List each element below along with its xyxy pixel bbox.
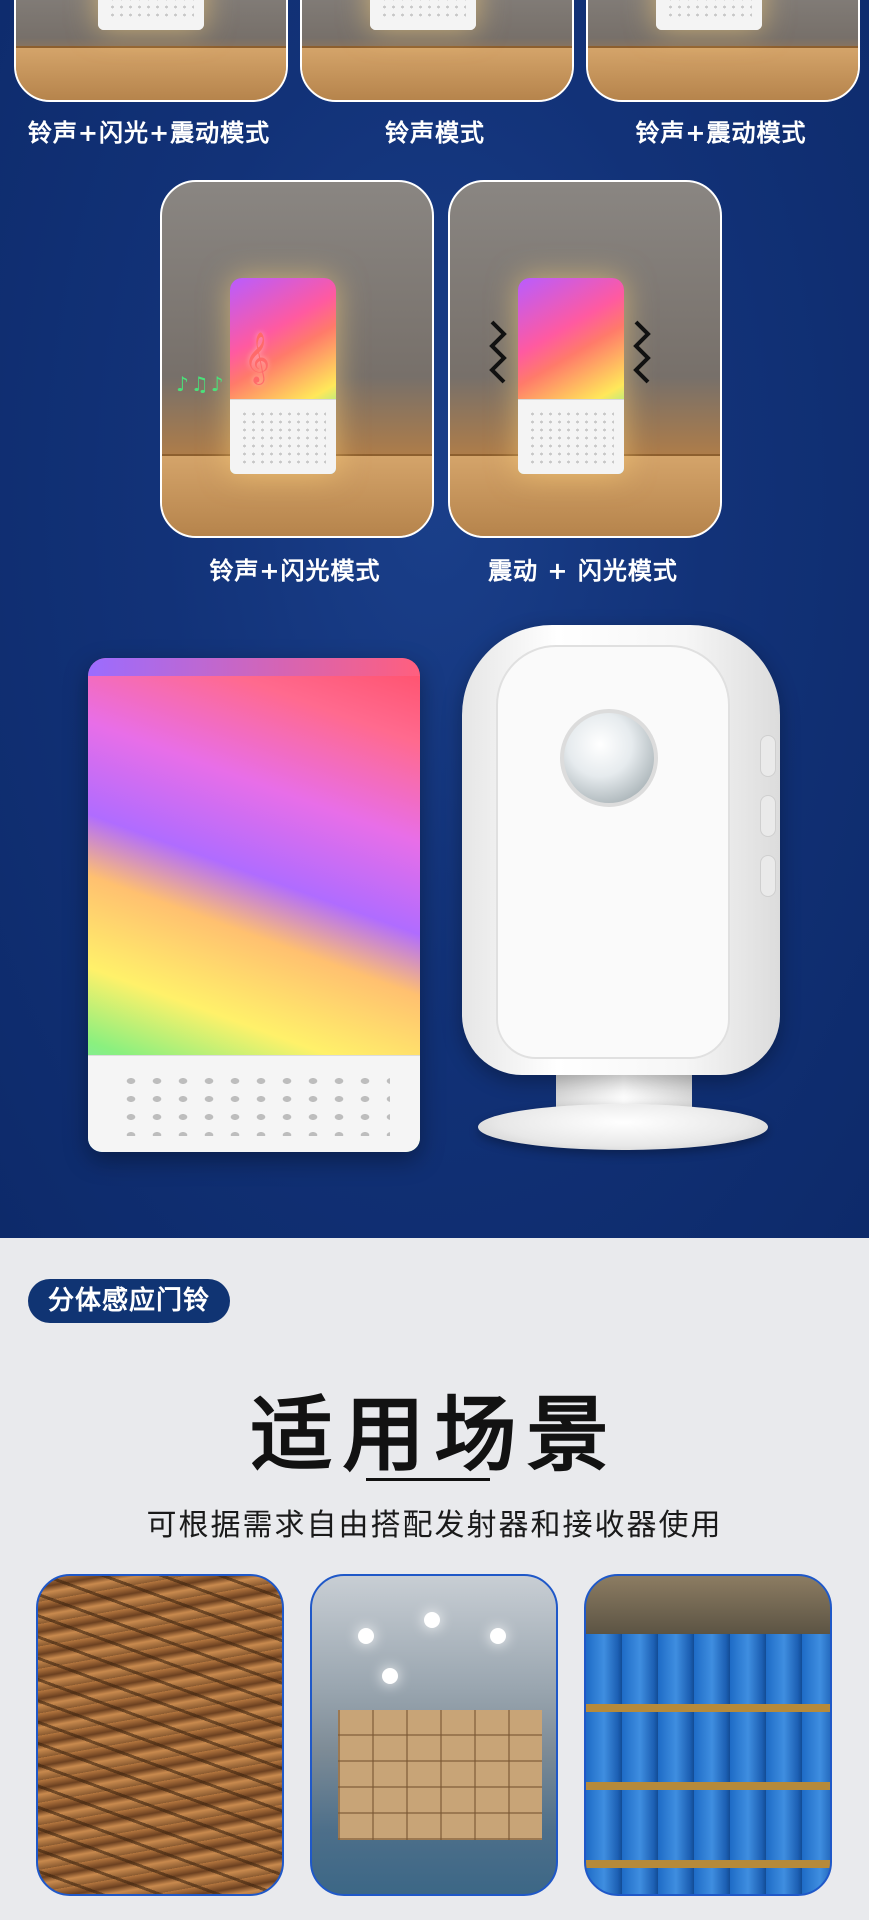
- scenes-section: 分体感应门铃 适用场景 可根据需求自由搭配发射器和接收器使用: [0, 1238, 869, 1920]
- wooden-shelf: [302, 46, 572, 100]
- mode-card-ring-flash-vibrate: [14, 0, 288, 102]
- pir-motion-sensor-image: [462, 625, 780, 1075]
- scene-image-drums: [584, 1574, 832, 1896]
- title-underline: [366, 1478, 490, 1481]
- music-note-icon: 𝄞: [244, 332, 271, 383]
- mode-card-ring-vibrate: [586, 0, 860, 102]
- scene-image-rebar: [36, 1574, 284, 1896]
- mode-label: 震动 + 闪光模式: [488, 557, 678, 585]
- mode-label: 铃声+震动模式: [635, 119, 807, 147]
- mode-card-ring: [300, 0, 574, 102]
- product-modes-section: 铃声+闪光+震动模式 铃声模式 铃声+震动模式 𝄞 ♪♫♪ 铃声+闪光模式 震动…: [0, 0, 869, 1238]
- music-notes-icon: ♪♫♪: [176, 372, 226, 396]
- mode-card-ring-flash: 𝄞 ♪♫♪: [160, 180, 434, 538]
- lamp-receiver-image: [370, 0, 476, 30]
- pir-lens-icon: [560, 709, 658, 807]
- vibration-left-icon: [489, 320, 507, 384]
- lamp-receiver-image: [98, 0, 204, 30]
- product-badge: 分体感应门铃: [28, 1279, 230, 1323]
- scene-image-warehouse: [310, 1574, 558, 1896]
- section-subtitle: 可根据需求自由搭配发射器和接收器使用: [146, 1508, 723, 1543]
- lamp-receiver-image: [518, 278, 624, 474]
- mode-label: 铃声+闪光模式: [209, 557, 381, 585]
- speaker-grille: [88, 1055, 420, 1152]
- lamp-receiver-image: [656, 0, 762, 30]
- section-title: 适用场景: [250, 1388, 619, 1483]
- wooden-shelf: [16, 46, 286, 100]
- sensor-side-button: [760, 795, 776, 837]
- sensor-side-button: [760, 855, 776, 897]
- mode-label: 铃声+闪光+震动模式: [27, 119, 271, 147]
- sensor-side-button: [760, 735, 776, 777]
- sensor-base: [478, 1104, 768, 1150]
- mode-label: 铃声模式: [385, 119, 485, 147]
- cardboard-boxes: [338, 1710, 542, 1840]
- rgb-receiver-lamp-image: [88, 658, 420, 1152]
- vibration-right-icon: [633, 320, 651, 384]
- wooden-shelf: [588, 46, 858, 100]
- mode-card-vibrate-flash: [448, 180, 722, 538]
